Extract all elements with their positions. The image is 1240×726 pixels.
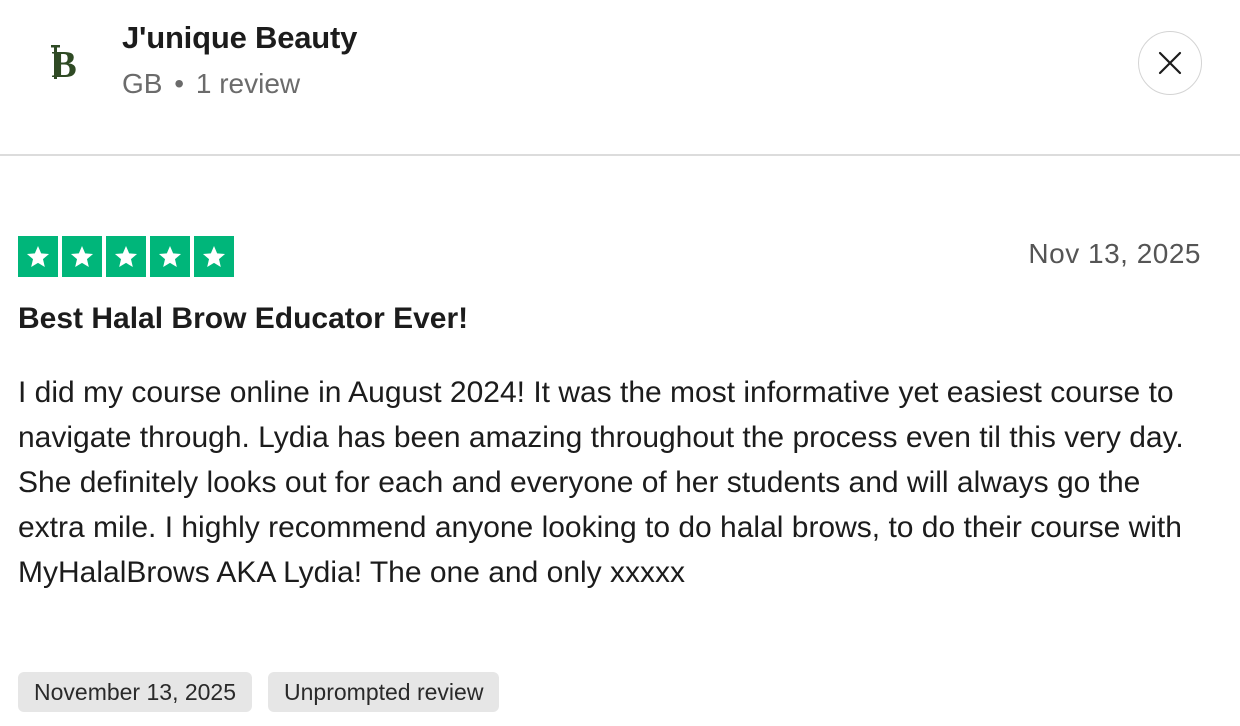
- star-icon: [194, 236, 234, 277]
- experience-date-tag: November 13, 2025: [18, 672, 253, 712]
- star-icon: [18, 236, 58, 277]
- reviewer-meta: GB • 1 review: [122, 68, 300, 100]
- company-logo: B: [44, 38, 84, 88]
- star-rating: [18, 236, 234, 277]
- jb-monogram-icon: B: [51, 44, 77, 85]
- star-icon: [106, 236, 146, 277]
- star-icon: [150, 236, 190, 277]
- reviewer-name: J'unique Beauty: [122, 20, 358, 55]
- star-icon: [62, 236, 102, 277]
- review-date: Nov 13, 2025: [1028, 238, 1201, 269]
- unprompted-review-tag: Unprompted review: [268, 672, 500, 712]
- review-tags: November 13, 2025 Unprompted review: [18, 672, 500, 712]
- review-title: Best Halal Brow Educator Ever!: [18, 302, 469, 335]
- close-button[interactable]: [1138, 31, 1202, 95]
- reviewer-review-count: 1 review: [195, 68, 301, 99]
- meta-separator: •: [174, 68, 185, 99]
- reviewer-header: B J'unique Beauty GB • 1 review: [0, 0, 1240, 156]
- close-icon: [1158, 51, 1182, 75]
- review-body: I did my course online in August 2024! I…: [18, 376, 1184, 589]
- reviewer-country: GB: [122, 68, 163, 99]
